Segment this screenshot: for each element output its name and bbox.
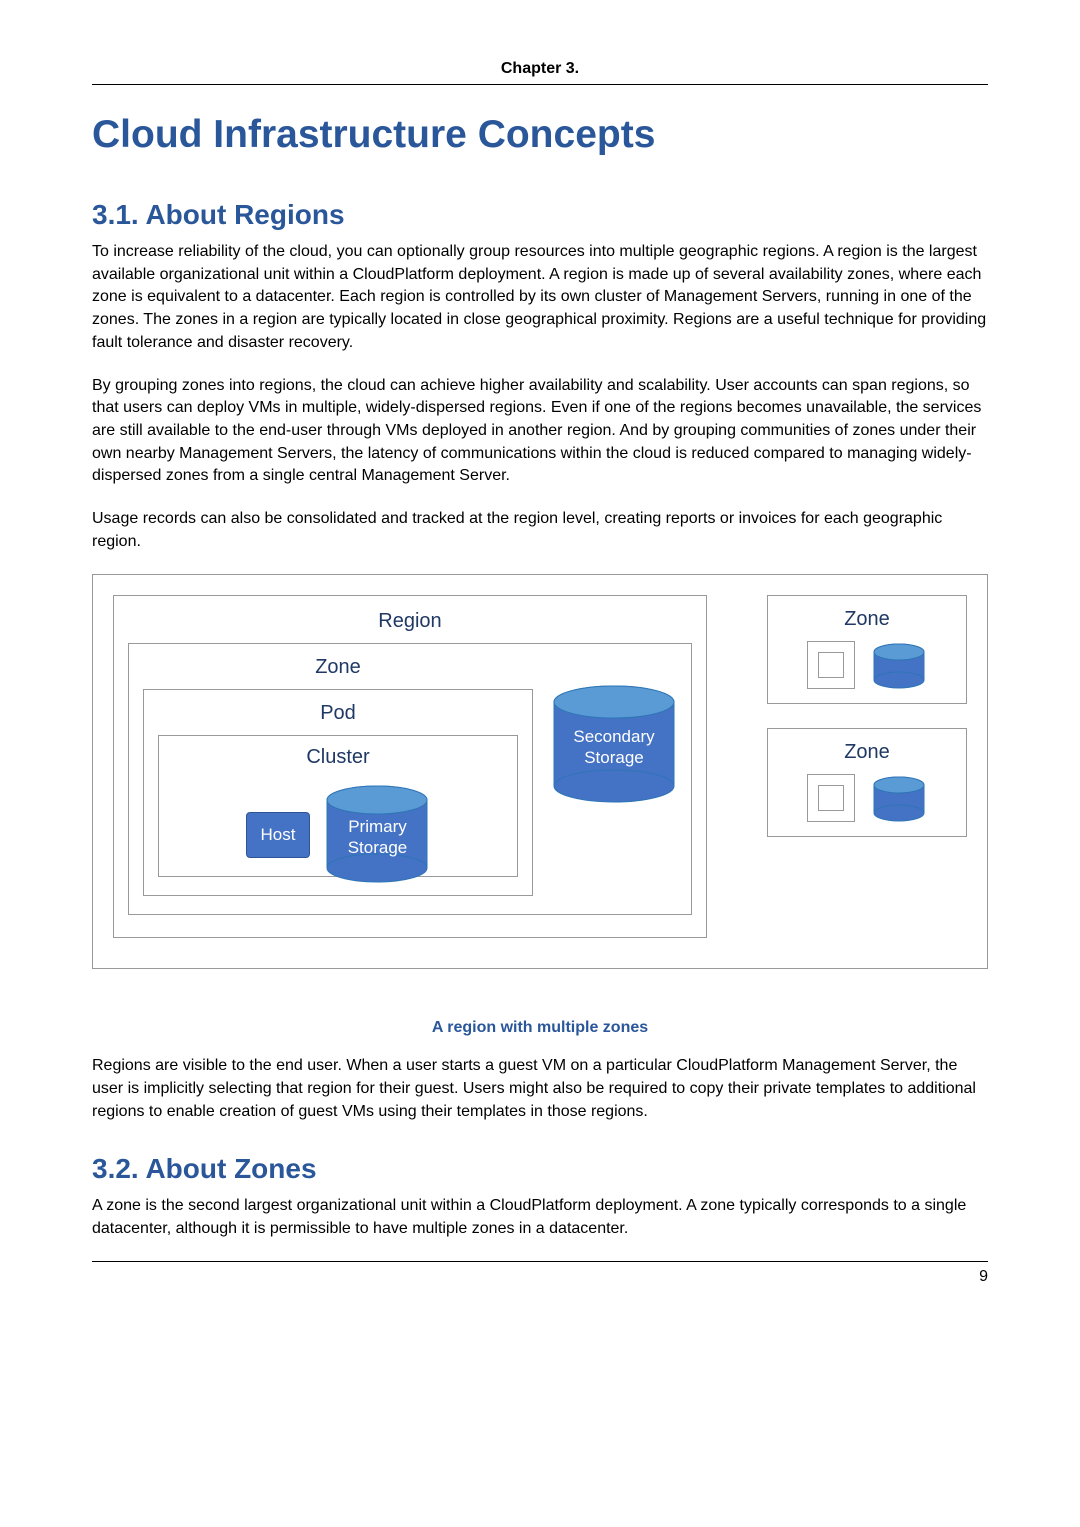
- section31-p1: To increase reliability of the cloud, yo…: [92, 241, 988, 355]
- region-label: Region: [128, 610, 692, 633]
- zone-small-2: Zone: [767, 728, 967, 837]
- primary-storage-text: PrimaryStorage: [348, 816, 408, 859]
- pod-label: Pod: [158, 702, 518, 725]
- section-heading-32: 3.2. About Zones: [92, 1153, 988, 1185]
- primary-storage-cylinder: PrimaryStorage: [324, 784, 430, 859]
- section31-p2: By grouping zones into regions, the clou…: [92, 375, 988, 489]
- pod-box: Pod Cluster Host: [143, 689, 533, 897]
- zone-label: Zone: [143, 656, 533, 679]
- zone-small-1-label: Zone: [778, 608, 956, 631]
- page-title: Cloud Infrastructure Concepts: [92, 113, 988, 157]
- section32-p1: A zone is the second largest organizatio…: [92, 1195, 988, 1240]
- zone-box: Zone Pod Cluster Host: [128, 643, 692, 916]
- section-heading-31: 3.1. About Regions: [92, 199, 988, 231]
- cluster-box: Cluster Host PrimaryStorag: [158, 735, 518, 878]
- diagram-region-zones: Region Zone Pod Cluster Host: [92, 574, 988, 970]
- host-badge: Host: [246, 812, 311, 858]
- zone-small-2-label: Zone: [778, 741, 956, 764]
- zone-small-1: Zone: [767, 595, 967, 704]
- section31-p3: Usage records can also be consolidated a…: [92, 508, 988, 553]
- diagram-caption: A region with multiple zones: [92, 1019, 988, 1037]
- mini-cylinder-icon: [871, 776, 927, 822]
- cluster-label: Cluster: [159, 746, 517, 769]
- zone-side-stack: Zone Zone: [767, 595, 967, 837]
- region-box: Region Zone Pod Cluster Host: [113, 595, 707, 939]
- page-number: 9: [92, 1261, 988, 1286]
- secondary-storage-cylinder: SecondaryStorage: [551, 684, 677, 769]
- mini-pod-icon: [807, 641, 855, 689]
- chapter-label: Chapter 3.: [92, 60, 988, 85]
- mini-pod-icon: [807, 774, 855, 822]
- mini-cylinder-icon: [871, 643, 927, 689]
- section31-p4: Regions are visible to the end user. Whe…: [92, 1055, 988, 1123]
- secondary-storage-text: SecondaryStorage: [573, 726, 654, 769]
